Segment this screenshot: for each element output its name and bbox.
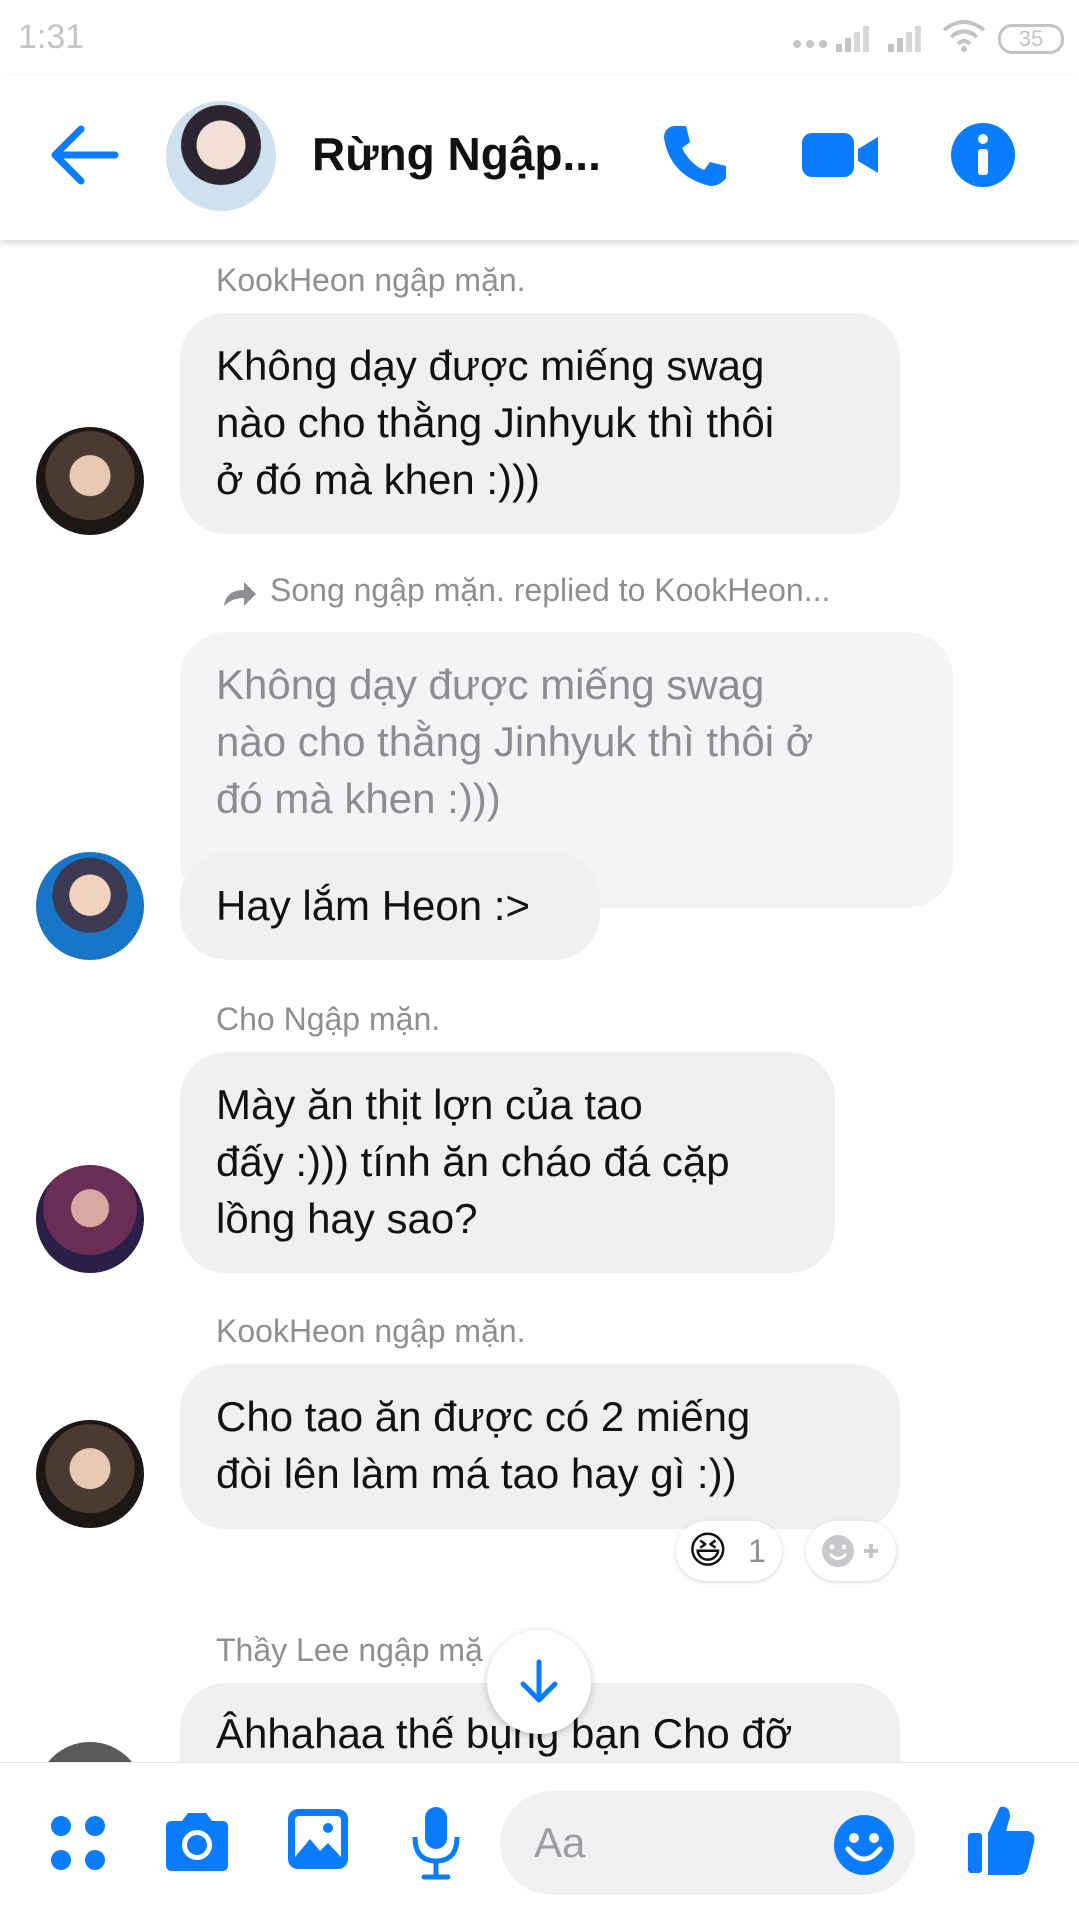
conversation-header: Rừng Ngập...: [0, 75, 1079, 240]
avatar[interactable]: [36, 1420, 144, 1528]
status-time: 1:31: [18, 18, 85, 56]
sender-name: KookHeon ngập mặn.: [216, 262, 526, 298]
composer-bar: [0, 1762, 1079, 1921]
info-icon[interactable]: [950, 122, 1016, 188]
message-bubble[interactable]: Cho tao ăn được có 2 miếng đòi lên làm m…: [180, 1364, 900, 1529]
scroll-down-arrow-icon: [520, 1659, 558, 1703]
avatar[interactable]: [36, 427, 144, 535]
microphone-icon[interactable]: [410, 1805, 462, 1881]
status-bar: 1:31 35: [0, 0, 1079, 75]
camera-icon[interactable]: [162, 1811, 232, 1873]
message-bubble[interactable]: Mày ăn thịt lợn của tao đấy :))) tính ăn…: [180, 1052, 835, 1273]
conversation-avatar[interactable]: [166, 101, 276, 211]
reply-arrow-icon: [224, 582, 256, 606]
sender-name: Cho Ngập mặn.: [216, 1001, 441, 1037]
reply-context: Song ngập mặn. replied to KookHeon...: [270, 572, 831, 608]
message-bubble[interactable]: Không dạy được miếng swag nào cho thằng …: [180, 313, 900, 534]
scroll-to-bottom-button[interactable]: [487, 1630, 591, 1734]
apps-grid-icon[interactable]: [48, 1813, 108, 1873]
back-arrow-icon[interactable]: [45, 120, 125, 190]
thumbs-up-icon[interactable]: [966, 1803, 1038, 1877]
phone-icon[interactable]: [660, 120, 730, 190]
add-reaction-button[interactable]: [806, 1521, 896, 1581]
video-camera-icon[interactable]: [800, 125, 880, 185]
sender-name: Thầy Lee ngập mặ: [216, 1632, 483, 1668]
cell-signal-icon: [836, 26, 869, 52]
emoji-icon[interactable]: [832, 1813, 896, 1877]
conversation-title[interactable]: Rừng Ngập...: [312, 127, 601, 181]
message-bubble[interactable]: Hay lắm Heon :>: [180, 852, 600, 960]
reaction-pill[interactable]: 😆 1: [676, 1521, 782, 1581]
avatar[interactable]: [36, 1165, 144, 1273]
image-icon[interactable]: [286, 1807, 350, 1871]
laughing-emoji: 😆: [688, 1530, 728, 1572]
signal-dots-icon: [793, 40, 827, 48]
add-reaction-icon: [822, 1535, 878, 1567]
reaction-count: 1: [748, 1533, 766, 1569]
avatar[interactable]: [36, 852, 144, 960]
wifi-icon: [942, 20, 986, 52]
sender-name: KookHeon ngập mặn.: [216, 1313, 526, 1349]
cell-signal-icon-2: [888, 26, 921, 52]
battery-indicator: 35: [998, 24, 1064, 54]
